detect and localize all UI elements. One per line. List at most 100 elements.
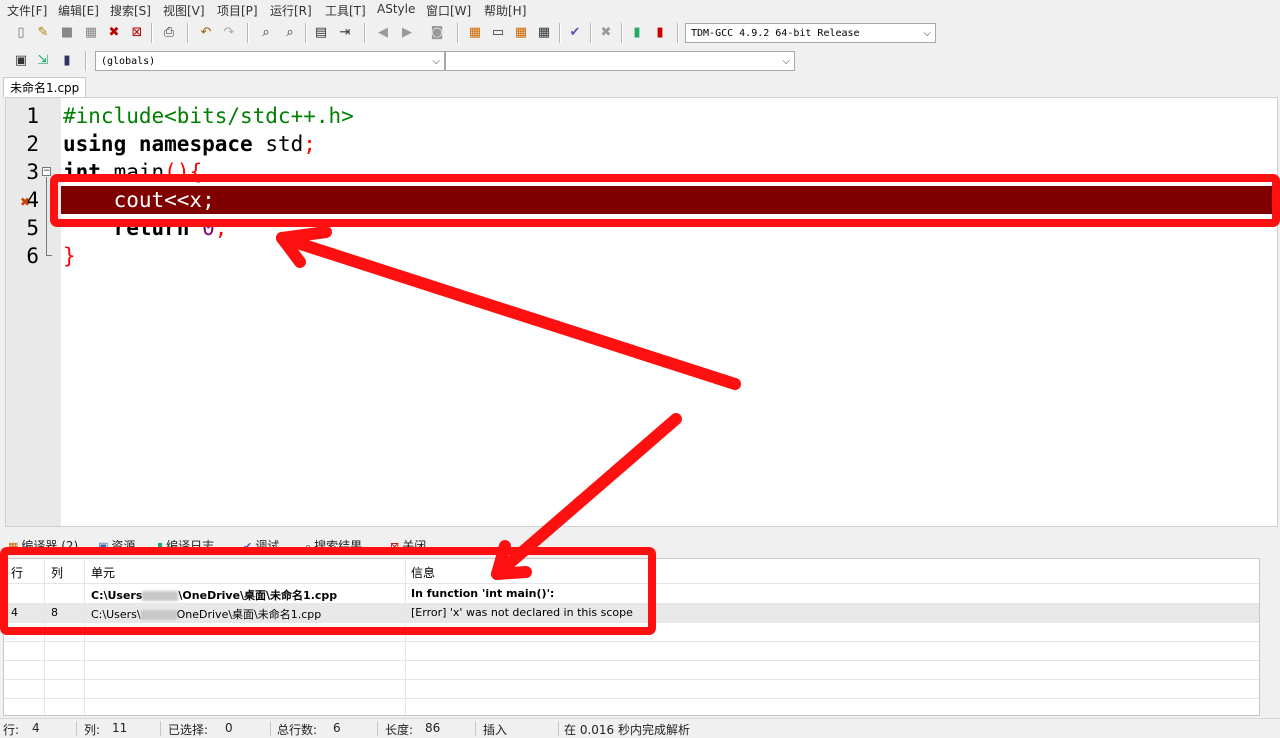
fold-guide-end: [46, 255, 52, 256]
status-length-value: 86: [425, 721, 441, 735]
status-col-label: 列:: [84, 723, 101, 737]
close-file-icon[interactable]: ✖: [105, 24, 123, 42]
open-file-icon[interactable]: ✎: [34, 24, 52, 42]
row-divider: [4, 679, 1259, 680]
find-icon[interactable]: ⌕: [257, 24, 275, 42]
menu-tools[interactable]: 工具[T]: [325, 2, 366, 19]
menu-project[interactable]: 项目[P]: [217, 2, 258, 19]
stop-icon[interactable]: ✖: [597, 24, 615, 42]
fold-collapse-icon[interactable]: −: [42, 167, 51, 176]
bookmark-prev-icon[interactable]: ◀: [374, 24, 392, 42]
compiler-select-value: TDM-GCC 4.9.2 64-bit Release: [691, 28, 860, 39]
status-total-lines-value: 6: [333, 721, 341, 735]
status-parse-message: 在 0.016 秒内完成解析: [564, 723, 690, 737]
redo-icon[interactable]: ↷: [220, 24, 238, 42]
member-select[interactable]: ⌵: [445, 51, 795, 71]
identifier: std: [265, 132, 304, 156]
menu-astyle[interactable]: AStyle: [377, 2, 415, 16]
separator: [475, 721, 476, 736]
separator: [621, 23, 623, 43]
menu-help[interactable]: 帮助[H]: [484, 2, 526, 19]
save-all-icon[interactable]: ▦: [82, 24, 100, 42]
preprocessor-directive: #include<bits/stdc++.h>: [63, 104, 354, 128]
status-length-label: 长度:: [385, 723, 414, 737]
separator: [151, 23, 153, 43]
separator: [270, 721, 271, 736]
menu-bar: 文件[F] 编辑[E] 搜索[S] 视图[V] 项目[P] 运行[R] 工具[T…: [0, 0, 1280, 19]
profile-chart-icon[interactable]: ▮: [628, 24, 646, 42]
separator: [558, 721, 559, 736]
fold-guide: [46, 177, 47, 255]
status-line-label: 行:: [3, 723, 20, 737]
menu-run[interactable]: 运行[R]: [270, 2, 312, 19]
check-syntax-icon[interactable]: ✔: [566, 24, 584, 42]
annotation-box-code: [50, 174, 1280, 227]
compile-icon[interactable]: ▦: [466, 24, 484, 42]
delete-profile-icon[interactable]: ▮: [651, 24, 669, 42]
status-insert-mode: 插入: [483, 723, 508, 737]
separator: [590, 23, 592, 43]
new-file-icon[interactable]: ▯: [12, 24, 30, 42]
menu-view[interactable]: 视图[V]: [163, 2, 205, 19]
error-marker-icon: ✖: [20, 195, 31, 209]
status-line-value: 4: [32, 721, 40, 735]
chevron-down-icon: ⌵: [923, 28, 931, 39]
scope-select-value: (globals): [101, 56, 156, 67]
line-number: 2: [26, 132, 39, 156]
code-editor[interactable]: 1 2 3 4 5 6 ✖ − #include<bits/stdc++.h> …: [5, 97, 1278, 527]
separator: [377, 721, 378, 736]
line-number: 6: [26, 244, 39, 268]
separator: [457, 23, 459, 43]
scope-select[interactable]: (globals) ⌵: [95, 51, 445, 71]
separator: [187, 23, 189, 43]
toggle-bookmark-icon[interactable]: ◙: [428, 24, 446, 42]
class-toolbar: ▣ ⇲ ▮ (globals) ⌵ ⌵: [0, 48, 800, 74]
symbol: }: [63, 244, 76, 268]
print-icon[interactable]: ⎙: [160, 24, 178, 42]
save-icon[interactable]: ■: [58, 24, 76, 42]
annotation-box-errors: [0, 547, 656, 635]
main-toolbar: ▯ ✎ ■ ▦ ✖ ⊠ ⎙ ↶ ↷ ⌕ ⌕ ▤ ⇥ ◀ ▶ ◙ ▦ ▭ ▦ ▦ …: [0, 20, 1280, 46]
status-col-value: 11: [112, 721, 128, 735]
separator: [76, 721, 77, 736]
undo-icon[interactable]: ↶: [197, 24, 215, 42]
status-selected-value: 0: [225, 721, 233, 735]
indent-icon[interactable]: ⇥: [336, 24, 354, 42]
status-selected-label: 已选择:: [168, 723, 209, 737]
compiler-select[interactable]: TDM-GCC 4.9.2 64-bit Release ⌵: [685, 23, 936, 43]
separator: [364, 23, 366, 43]
status-total-lines-label: 总行数:: [277, 723, 318, 737]
compile-run-icon[interactable]: ▦: [512, 24, 530, 42]
chevron-down-icon: ⌵: [432, 56, 440, 67]
goto-line-icon[interactable]: ▤: [312, 24, 330, 42]
class-browser-icon[interactable]: ▮: [58, 52, 76, 70]
rebuild-icon[interactable]: ▦: [535, 24, 553, 42]
menu-window[interactable]: 窗口[W]: [426, 2, 471, 19]
code-line-1: #include<bits/stdc++.h>: [63, 102, 354, 130]
separator: [247, 23, 249, 43]
menu-edit[interactable]: 编辑[E]: [58, 2, 99, 19]
menu-file[interactable]: 文件[F]: [7, 2, 47, 19]
separator: [160, 721, 161, 736]
row-divider: [4, 698, 1259, 699]
insert-icon[interactable]: ▣: [12, 52, 30, 70]
symbol: ;: [303, 132, 316, 156]
status-bar: 行: 4 列: 11 已选择: 0 总行数: 6 长度: 86 插入 在 0.0…: [0, 718, 1280, 738]
bookmark-next-icon[interactable]: ▶: [398, 24, 416, 42]
goto-icon[interactable]: ⇲: [34, 52, 52, 70]
run-icon[interactable]: ▭: [489, 24, 507, 42]
menu-search[interactable]: 搜索[S]: [110, 2, 151, 19]
separator: [559, 23, 561, 43]
file-tab[interactable]: 未命名1.cpp: [3, 77, 87, 98]
code-line-6: }: [63, 242, 76, 270]
line-number: 3: [26, 160, 39, 184]
separator: [305, 23, 307, 43]
close-all-icon[interactable]: ⊠: [128, 24, 146, 42]
replace-icon[interactable]: ⌕: [281, 24, 299, 42]
separator: [85, 51, 87, 71]
line-number: 1: [26, 104, 39, 128]
chevron-down-icon: ⌵: [782, 56, 790, 67]
row-divider: [4, 660, 1259, 661]
code-line-2: using namespace std;: [63, 130, 316, 158]
line-number: 5: [26, 216, 39, 240]
